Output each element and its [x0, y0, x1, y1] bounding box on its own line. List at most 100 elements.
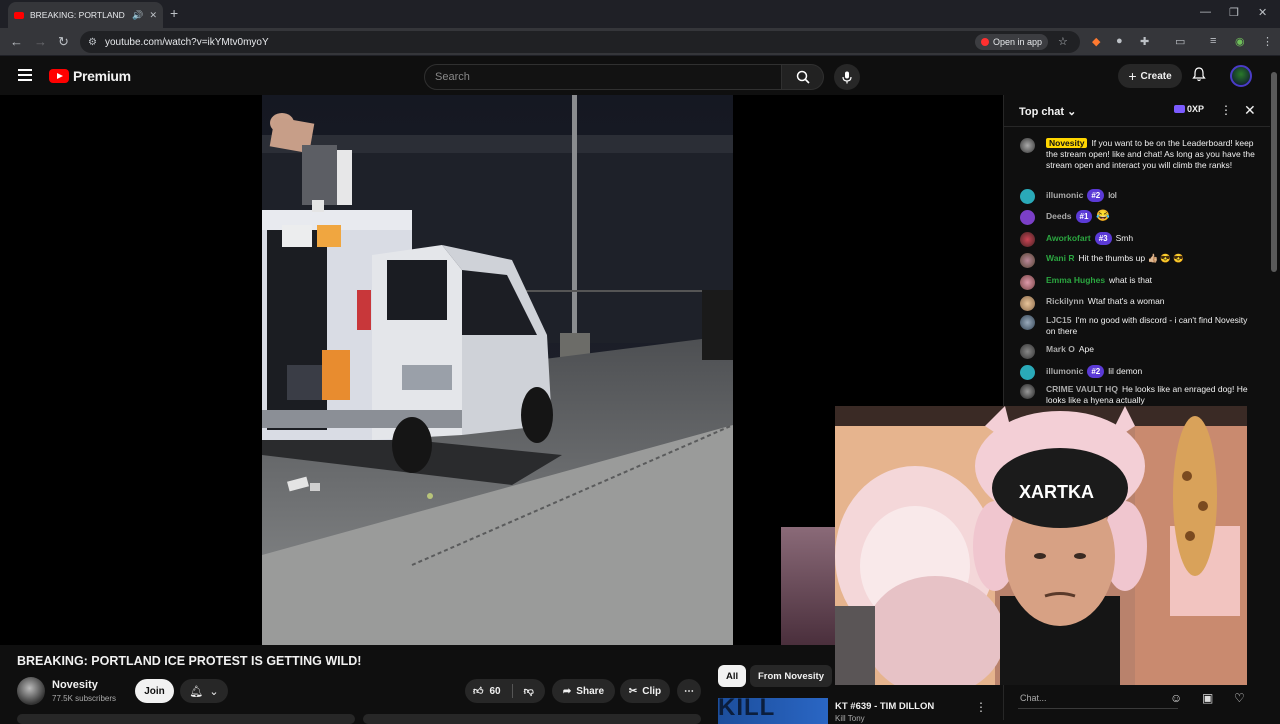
leaderboard-rank-badge: #2	[1087, 189, 1105, 202]
chip-all[interactable]: All	[718, 665, 747, 687]
browser-menu-icon[interactable]: ⋮	[1262, 35, 1273, 48]
join-button[interactable]: Join	[135, 679, 174, 703]
cast-icon[interactable]: ▭	[1175, 35, 1185, 48]
chat-author[interactable]: Aworkofart	[1046, 233, 1091, 243]
address-bar-row: ← → ↻ ⚙ youtube.com/watch?v=ikYMtv0myoY	[0, 28, 1280, 56]
bookmark-star-icon[interactable]: ☆	[1058, 35, 1068, 48]
chat-author[interactable]: Emma Hughes	[1046, 275, 1105, 285]
heart-icon[interactable]: ♡	[1234, 691, 1245, 705]
scrollbar-thumb[interactable]	[1271, 72, 1277, 272]
recommendation-thumbnail[interactable]: KILL TONY	[718, 698, 828, 724]
svg-text:XARTKA: XARTKA	[1019, 482, 1094, 502]
chat-message: illumonic #2 lil demon	[1020, 365, 1255, 380]
xp-value: 0XP	[1187, 104, 1205, 114]
chat-message: CRIME VAULT HQ He looks like an enraged d…	[1020, 384, 1255, 406]
xp-badge[interactable]: 0XP	[1174, 104, 1204, 114]
chat-author[interactable]: illumonic	[1046, 190, 1083, 200]
chat-author[interactable]: Deeds	[1046, 211, 1072, 221]
site-info-icon[interactable]: ⚙	[88, 37, 97, 48]
open-in-app-button[interactable]: Open in app	[975, 34, 1049, 50]
minimize-icon[interactable]: —	[1200, 6, 1211, 18]
chat-message: Novesity If you want to be on the Leaderb…	[1020, 138, 1255, 171]
restore-icon[interactable]: ❐	[1229, 6, 1239, 19]
forward-icon[interactable]: →	[34, 34, 47, 49]
chat-avatar	[1020, 210, 1035, 225]
microphone-icon	[842, 71, 852, 83]
extensions-puzzle-icon[interactable]: ✚	[1140, 35, 1149, 48]
video-title: BREAKING: PORTLAND ICE PROTEST IS GETTIN…	[17, 654, 362, 668]
description-card[interactable]	[17, 714, 355, 724]
chat-mode-dropdown[interactable]: Top chat ⌄	[1019, 105, 1076, 118]
chat-menu-icon[interactable]: ⋮	[1220, 103, 1232, 117]
browser-tab-bar: BREAKING: PORTLAND ICE 🔊 ✕ + — ❐ ✕	[0, 0, 1280, 28]
page-scrollbar[interactable]	[1271, 60, 1278, 720]
recommendation-menu-icon[interactable]: ⋮	[975, 700, 987, 714]
more-icon: ⋯	[684, 685, 694, 697]
search-button[interactable]	[782, 64, 824, 90]
chat-avatar	[1020, 253, 1035, 268]
chat-message: Emma Hughes what is that	[1020, 275, 1255, 290]
reload-icon[interactable]: ↻	[58, 34, 69, 50]
url-field[interactable]: ⚙ youtube.com/watch?v=ikYMtv0myoY	[80, 31, 1080, 53]
channel-avatar[interactable]	[17, 677, 45, 705]
notifications-bell-icon[interactable]	[1192, 67, 1206, 85]
recommendation-title[interactable]: KT #639 - TIM DILLON	[835, 701, 934, 712]
leaderboard-rank-badge: #2	[1087, 365, 1105, 378]
chat-message: Deeds #1 😂	[1020, 210, 1255, 225]
chip-from-channel[interactable]: From Novesity	[750, 665, 832, 687]
chat-input[interactable]: Chat...	[1018, 687, 1178, 709]
chat-avatar	[1020, 189, 1035, 204]
chat-author[interactable]: illumonic	[1046, 366, 1083, 376]
webcam-image: XARTKA	[835, 406, 1247, 685]
divider	[511, 684, 513, 698]
chat-author[interactable]: Mark O	[1046, 344, 1075, 354]
browser-tab[interactable]: BREAKING: PORTLAND ICE 🔊 ✕	[8, 2, 163, 28]
chat-text: 😂	[1096, 210, 1111, 222]
scissors-icon: ✂	[628, 685, 638, 697]
share-button[interactable]: ➦ Share	[552, 679, 615, 703]
extension-2-icon[interactable]: ●	[1116, 35, 1123, 47]
profile-icon[interactable]: ◉	[1235, 35, 1245, 48]
extension-icon[interactable]: ◆	[1092, 35, 1100, 48]
chat-text: Hit the thumbs up 👍🏼 😎 😎	[1078, 253, 1184, 263]
chevron-down-icon: ⌄	[209, 685, 219, 698]
chat-message: Aworkofart #3 Smh	[1020, 232, 1255, 247]
search-input[interactable]: Search	[424, 64, 782, 90]
chat-author[interactable]: Wani R	[1046, 253, 1075, 263]
chat-avatar	[1020, 365, 1035, 380]
new-tab-button[interactable]: +	[170, 5, 178, 21]
thumbnail-text: KILL TONY	[718, 698, 787, 724]
account-avatar[interactable]	[1230, 65, 1252, 87]
comments-card[interactable]	[363, 714, 701, 724]
media-controls-icon[interactable]: ≡	[1210, 35, 1216, 47]
chat-author[interactable]: CRIME VAULT HQ	[1046, 384, 1118, 394]
leaderboard-rank-badge: #3	[1094, 232, 1112, 245]
chat-avatar	[1020, 296, 1035, 311]
close-chat-icon[interactable]: ✕	[1244, 102, 1256, 119]
clip-button[interactable]: ✂ Clip	[620, 679, 670, 703]
more-actions-button[interactable]: ⋯	[677, 679, 701, 703]
super-chat-icon[interactable]: ▣	[1202, 691, 1213, 705]
chat-text: what is that	[1109, 275, 1153, 285]
dislike-button[interactable]: 👎︎	[524, 685, 534, 697]
back-icon[interactable]: ←	[10, 34, 23, 49]
chat-text: Smh	[1115, 233, 1134, 243]
beanie-text: XARTKA	[1019, 482, 1094, 502]
clip-label: Clip	[642, 685, 662, 697]
like-button[interactable]: 👍︎ 60	[473, 685, 501, 698]
subscription-bell-button[interactable]: 🔔︎ ⌄	[180, 679, 228, 703]
youtube-logo[interactable]: Premium	[49, 68, 131, 84]
window-close-icon[interactable]: ✕	[1258, 6, 1267, 19]
tab-close-icon[interactable]: ✕	[149, 10, 157, 21]
emoji-icon[interactable]: ☺	[1170, 691, 1182, 705]
channel-name[interactable]: Novesity	[52, 679, 98, 691]
create-button[interactable]: + Create	[1118, 64, 1182, 88]
chat-author[interactable]: LJC15	[1046, 315, 1072, 325]
create-label: Create	[1140, 70, 1172, 82]
voice-search-button[interactable]	[834, 64, 860, 90]
chat-author[interactable]: Rickilynn	[1046, 296, 1084, 306]
chat-avatar	[1020, 315, 1035, 330]
chat-author[interactable]: Novesity	[1046, 138, 1088, 148]
menu-icon[interactable]	[18, 69, 32, 81]
tab-audio-icon[interactable]: 🔊	[132, 10, 143, 21]
